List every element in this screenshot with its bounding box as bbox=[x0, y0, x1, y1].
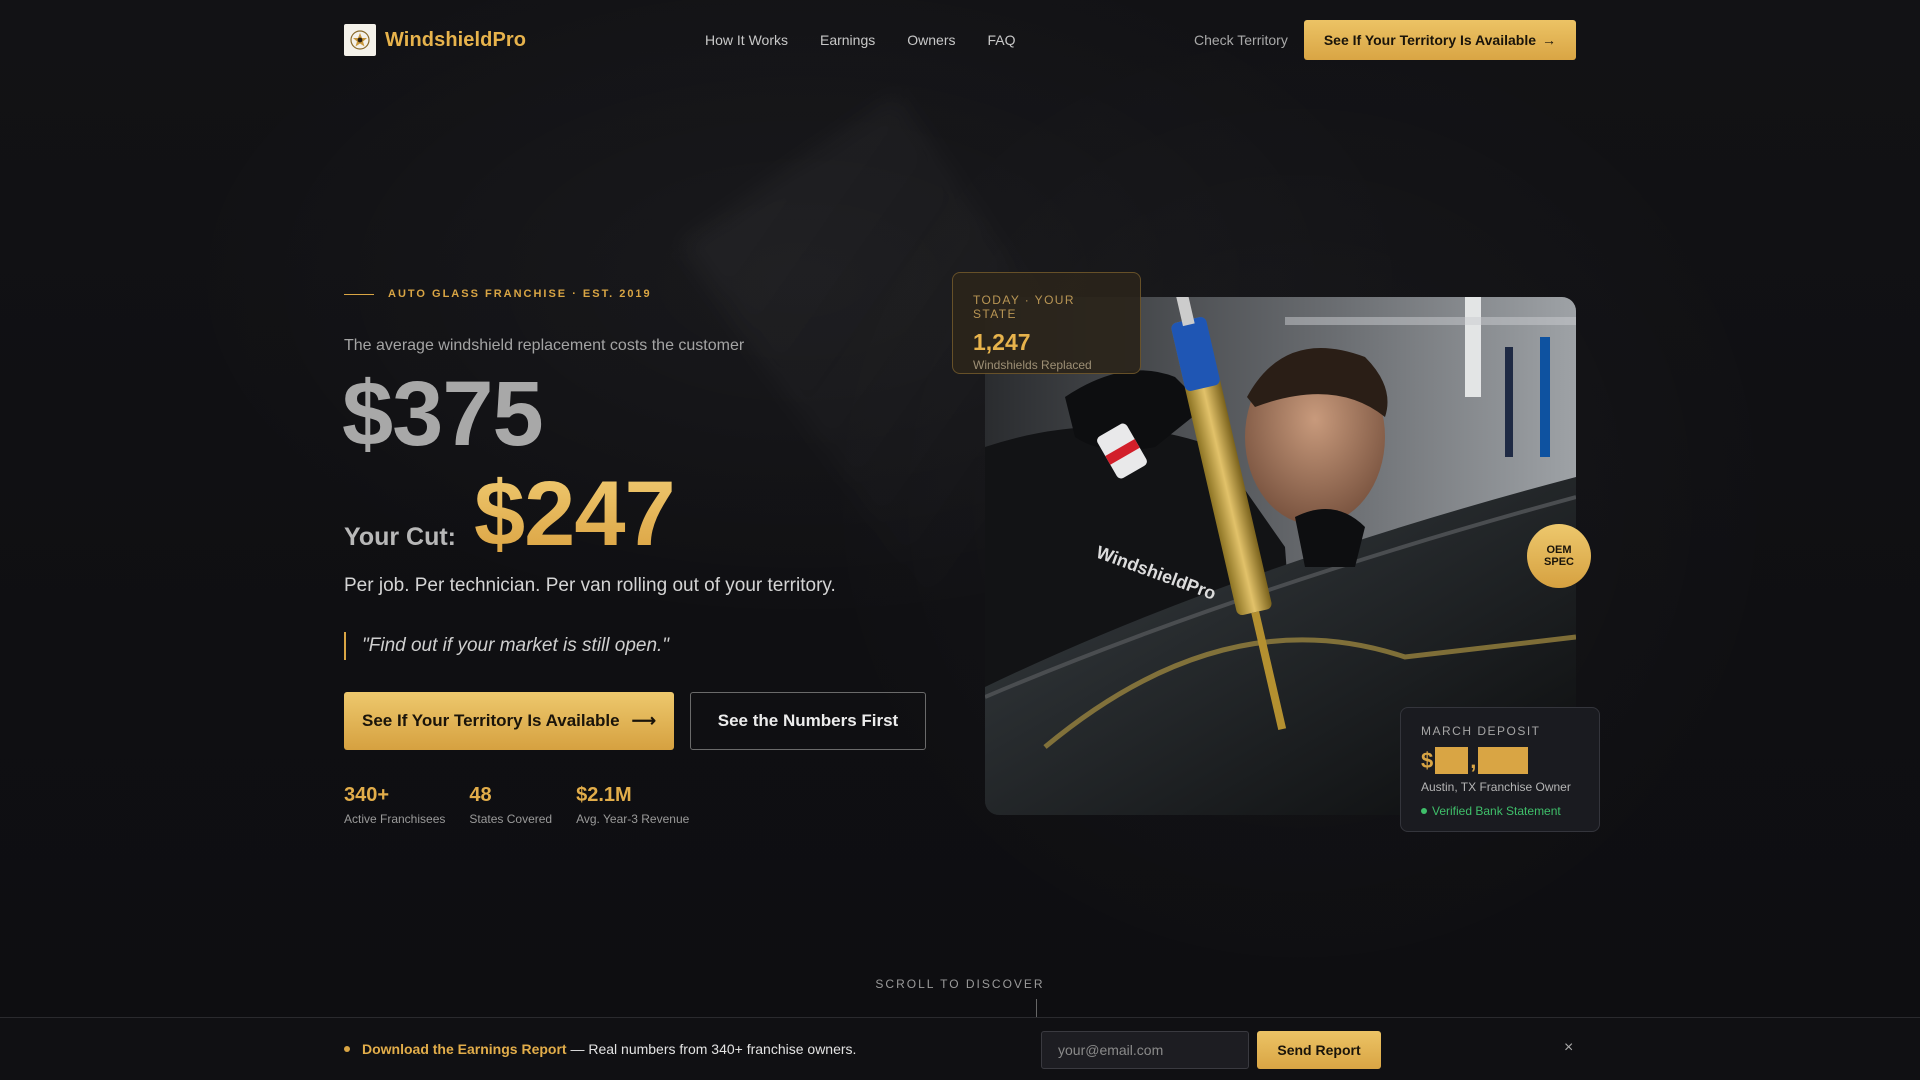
customer-price: $375 bbox=[342, 363, 544, 465]
long-arrow-right-icon: ⟶ bbox=[631, 711, 656, 730]
brand-logo[interactable]: WindshieldPro bbox=[344, 24, 526, 56]
brand-name: WindshieldPro bbox=[385, 28, 527, 51]
see-numbers-button[interactable]: See the Numbers First bbox=[690, 692, 926, 750]
verified-dot-icon bbox=[1421, 808, 1427, 814]
redaction-block bbox=[1435, 747, 1469, 774]
territory-available-button[interactable]: See If Your Territory Is Available ⟶ bbox=[344, 692, 674, 750]
eyebrow-divider bbox=[344, 293, 374, 295]
oem-spec-badge: OEM SPEC bbox=[1527, 524, 1591, 588]
march-deposit-card: MARCH DEPOSIT $ , Austin, TX Franchise O… bbox=[1400, 707, 1600, 832]
deposit-dollar-sign: $ bbox=[1421, 747, 1434, 773]
nav-link-faq[interactable]: FAQ bbox=[987, 32, 1015, 48]
stat-revenue: $2.1M Avg. Year-3 Revenue bbox=[576, 784, 689, 826]
stat-franchisees: 340+ Active Franchisees bbox=[344, 784, 445, 826]
download-report-link[interactable]: Download the Earnings Report bbox=[362, 1041, 567, 1057]
nav-link-owners[interactable]: Owners bbox=[907, 32, 955, 48]
hero-subhead: The average windshield replacement costs… bbox=[344, 337, 745, 354]
your-cut-label: Your Cut: bbox=[344, 523, 457, 551]
today-stat-card: TODAY · YOUR STATE 1,247 Windshields Rep… bbox=[952, 272, 1141, 374]
check-territory-link[interactable]: Check Territory bbox=[1194, 32, 1288, 48]
send-report-button[interactable]: Send Report bbox=[1257, 1031, 1381, 1069]
stat-value: $2.1M bbox=[576, 784, 632, 806]
territory-button-label: See If Your Territory Is Available bbox=[362, 711, 620, 730]
deposit-amount-redacted: $ , bbox=[1421, 747, 1579, 774]
today-stat-label: TODAY · YOUR STATE bbox=[973, 293, 1075, 321]
promo-dot-icon bbox=[344, 1046, 350, 1052]
nav-territory-button[interactable]: See If Your Territory Is Available → bbox=[1303, 20, 1576, 60]
report-promo: Download the Earnings Report — Real numb… bbox=[344, 1041, 856, 1057]
email-input[interactable] bbox=[1041, 1031, 1249, 1069]
oem-badge-line2: SPEC bbox=[1544, 556, 1574, 568]
hero-eyebrow: AUTO GLASS FRANCHISE · EST. 2019 bbox=[344, 288, 652, 300]
oem-badge-line1: OEM bbox=[1546, 544, 1572, 556]
nav-links: How It Works Earnings Owners FAQ bbox=[705, 32, 1016, 48]
nav-link-how-it-works[interactable]: How It Works bbox=[705, 32, 788, 48]
nav-link-earnings[interactable]: Earnings bbox=[820, 32, 875, 48]
eyebrow-text: AUTO GLASS FRANCHISE · EST. 2019 bbox=[388, 288, 652, 300]
nav-territory-button-label: See If Your Territory Is Available bbox=[1323, 32, 1536, 48]
stat-value: 48 bbox=[469, 784, 492, 806]
nav-right: Check Territory See If Your Territory Is… bbox=[1194, 20, 1576, 60]
today-stat-value: 1,247 bbox=[973, 329, 1031, 355]
stat-label: Active Franchisees bbox=[344, 812, 446, 826]
scroll-indicator-label: SCROLL TO DISCOVER bbox=[875, 977, 1045, 991]
stat-value: 340+ bbox=[344, 784, 390, 806]
today-stat-sub: Windshields Replaced bbox=[973, 358, 1092, 372]
deposit-owner: Austin, TX Franchise Owner bbox=[1421, 780, 1571, 794]
verified-badge: Verified Bank Statement bbox=[1421, 804, 1579, 818]
report-promo-text: — Real numbers from 340+ franchise owner… bbox=[566, 1041, 857, 1057]
per-job-text: Per job. Per technician. Per van rolling… bbox=[344, 575, 836, 596]
hero-quote: "Find out if your market is still open." bbox=[344, 632, 669, 660]
scroll-indicator-line bbox=[1036, 999, 1037, 1017]
stat-states: 48 States Covered bbox=[469, 784, 552, 826]
logo-badge-icon bbox=[344, 24, 376, 56]
earnings-report-bar: Download the Earnings Report — Real numb… bbox=[0, 1017, 1920, 1080]
deposit-label: MARCH DEPOSIT bbox=[1421, 724, 1541, 738]
hero-cta-row: See If Your Territory Is Available ⟶ See… bbox=[344, 692, 926, 750]
your-cut-row: Your Cut: $247 bbox=[344, 462, 676, 567]
close-icon[interactable]: × bbox=[1564, 1039, 1573, 1057]
hero-stats: 340+ Active Franchisees 48 States Covere… bbox=[344, 784, 689, 826]
top-nav: WindshieldPro How It Works Earnings Owne… bbox=[344, 20, 1576, 60]
your-cut-price: $247 bbox=[474, 463, 676, 565]
arrow-right-icon: → bbox=[1542, 32, 1556, 48]
stat-label: States Covered bbox=[469, 812, 553, 826]
verified-text: Verified Bank Statement bbox=[1432, 804, 1561, 818]
stat-label: Avg. Year-3 Revenue bbox=[576, 812, 690, 826]
deposit-comma: , bbox=[1470, 747, 1477, 773]
redaction-block bbox=[1478, 747, 1529, 774]
